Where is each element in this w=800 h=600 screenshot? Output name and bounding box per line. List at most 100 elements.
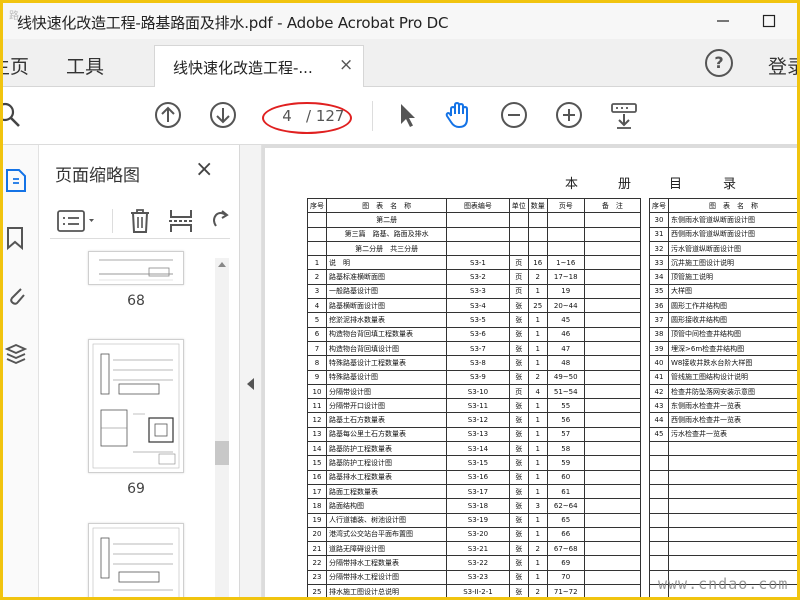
table-cell: 11 [307,398,327,414]
split-page-icon[interactable] [168,207,194,235]
toc-table-left: 序号 图 表 名 称 图表编号 单位 数量 页号 备 注 第二册 第三篇 路基、路… [307,197,642,597]
tab-home[interactable]: 主页 [3,39,29,87]
table-cell: 大样图 [668,283,797,300]
table-row: 43 东侧雨水检查井一览表 [649,398,797,414]
table-cell: 顶管中间检查井结构图 [668,326,797,342]
document-view[interactable]: 本 册 目 录 序号 图 表 名 称 图表编号 单位 数量 页号 备 注 第二册… [262,145,797,597]
scroll-up-icon[interactable] [215,258,229,270]
hand-tool-icon[interactable] [443,100,473,130]
page-thumbnail-68[interactable] [88,251,184,285]
table-cell [583,455,642,471]
table-cell [546,226,585,242]
column-header: 图 表 名 称 [668,197,797,214]
toc-table-right: 序号 图 表 名 称 30 东侧雨水管道纵断面设计图 31 西侧雨水管道纵断面设计图 3… [649,197,797,597]
table-cell: 23 [307,569,327,586]
table-row: 1说 明 S3-1 页 16 1~16 [307,255,642,271]
table-cell: 18 [307,498,327,514]
page-thumbnails-icon[interactable] [5,167,27,193]
table-cell [583,526,642,543]
table-cell [649,483,669,500]
table-cell [649,455,669,471]
select-tool-icon[interactable] [392,100,422,130]
table-cell [649,441,669,457]
table-cell: S3-8 [446,355,510,371]
page-thumbnail-70[interactable] [88,523,184,597]
table-cell: S3-7 [446,340,510,357]
table-row: 37 圆形接收井结构图 [649,312,797,328]
next-page-icon[interactable] [208,100,238,130]
table-row [649,526,797,543]
table-row: 18 路面结构图 S3-18 张 3 62~64 [307,498,642,514]
table-cell [583,483,642,500]
table-cell [446,212,510,228]
table-cell: 张 [508,312,529,328]
scroll-mode-icon[interactable] [609,100,639,130]
search-icon[interactable] [3,100,23,130]
tab-tools[interactable]: 工具 [66,39,104,87]
table-cell: 东侧雨水管道纵断面设计图 [668,212,797,228]
table-cell [527,212,548,228]
table-cell: 6 [307,326,327,342]
thumbnail-scrollbar[interactable] [215,258,229,597]
close-panel-button[interactable]: × [195,157,213,182]
close-tab-button[interactable]: × [339,55,353,75]
options-menu-icon[interactable] [56,209,100,233]
table-cell: 5 [307,312,327,328]
bookmarks-icon[interactable] [5,225,27,251]
attachments-icon[interactable] [5,283,27,309]
delete-icon[interactable] [128,207,152,235]
table-cell: 路基土石方数量表 [325,412,448,428]
page-thumbnail-69[interactable] [88,339,184,473]
layers-icon[interactable] [5,341,27,367]
table-cell [583,469,642,485]
table-cell: 2 [527,541,548,557]
table-cell: 25 [307,584,327,597]
table-cell [583,240,642,257]
help-button[interactable]: ? [705,49,733,77]
table-cell: 排水施工图设计总说明 [325,584,448,597]
table-cell: 张 [508,298,529,314]
table-cell: 10 [307,383,327,400]
previous-page-icon[interactable] [153,100,183,130]
table-row: 25 排水施工图设计总说明 S3-II-2-1 张 2 71~72 [307,584,642,597]
heading-char: 录 [723,177,737,192]
table-cell [649,512,669,528]
table-row: 7 构造物台背回填设计图 S3-7 张 1 47 [307,340,642,357]
table-cell: 埋深>6m检查井结构图 [668,340,797,357]
table-cell: 1 [527,326,548,342]
table-cell [583,441,642,457]
table-cell: 张 [508,498,529,514]
scrollbar-thumb[interactable] [215,441,229,465]
table-cell [583,498,642,514]
minimize-button[interactable] [700,3,746,39]
heading-char: 目 [669,177,683,192]
table-cell: 1 [527,426,548,443]
table-cell: S3-9 [446,369,510,385]
maximize-button[interactable] [746,3,792,39]
table-cell: 页 [508,383,529,400]
table-cell: 西侧雨水管道纵断面设计图 [668,226,797,242]
table-cell: S3-20 [446,526,510,543]
table-cell [668,512,797,528]
table-cell: 66 [546,526,585,543]
table-row: 第三篇 路基、路面及排水 [307,226,642,242]
tab-document[interactable]: 线快速化改造工程-... × [154,45,364,87]
table-cell [649,469,669,485]
login-button[interactable]: 登录 [768,52,797,79]
zoom-in-icon[interactable] [554,100,584,130]
panel-title: 页面缩略图 [55,166,140,186]
zoom-out-icon[interactable] [499,100,529,130]
rotate-icon[interactable] [208,207,230,235]
table-cell: 张 [508,369,529,385]
table-cell: 14 [307,441,327,457]
table-cell: 西侧雨水检查井一览表 [668,412,797,428]
table-cell: S3-11 [446,398,510,414]
table-cell: 2 [307,269,327,285]
table-cell: 71~72 [546,584,585,597]
left-navigation [3,145,39,597]
table-cell [668,441,797,457]
table-cell: 12 [307,412,327,428]
panel-collapse-handle[interactable] [240,145,262,597]
table-cell: 张 [508,441,529,457]
table-cell: 圆形接收井结构图 [668,312,797,328]
